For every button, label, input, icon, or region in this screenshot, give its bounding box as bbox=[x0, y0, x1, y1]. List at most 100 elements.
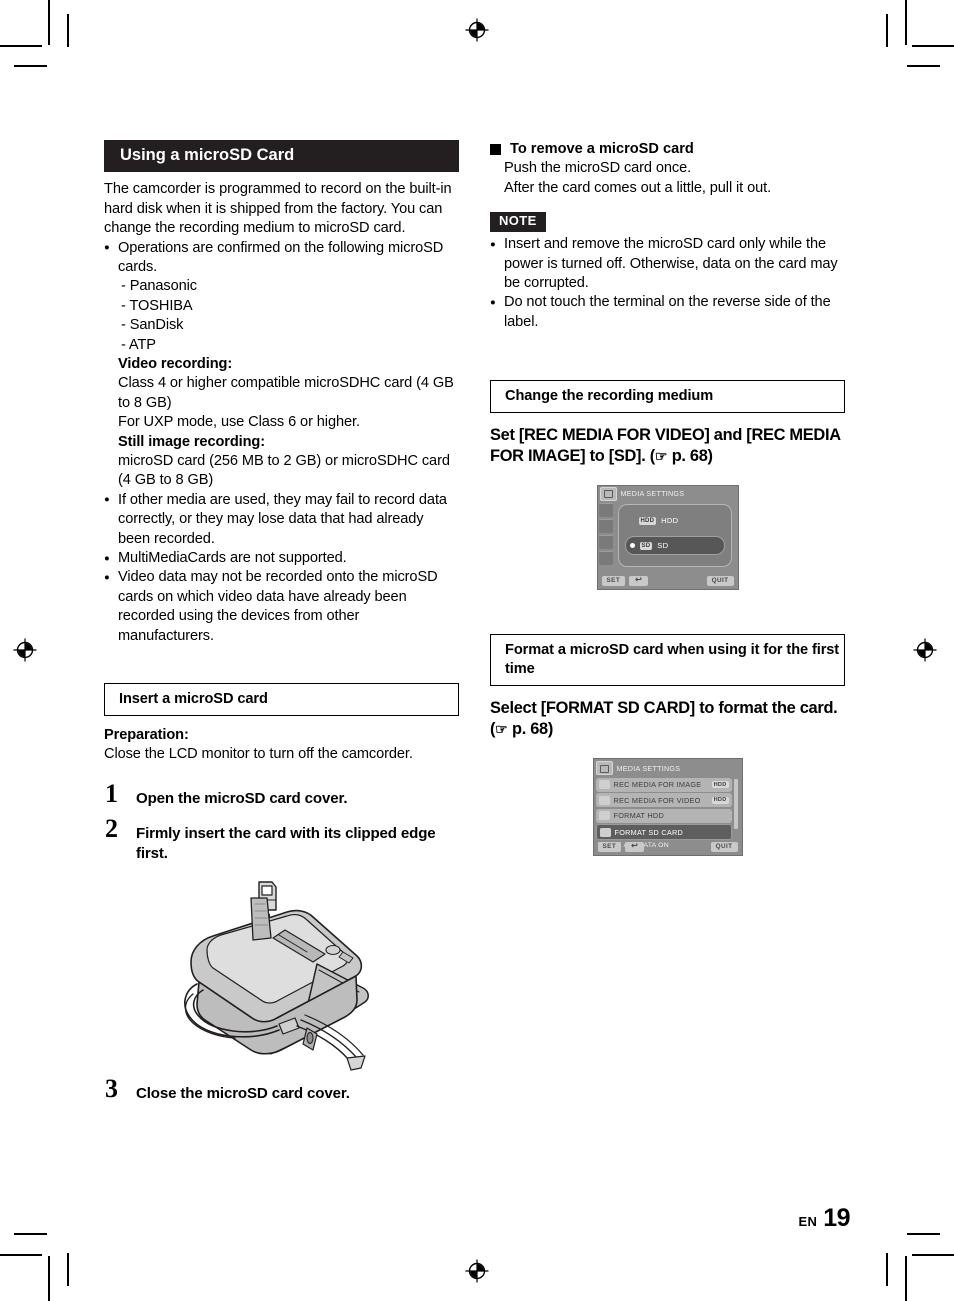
crop-mark-bottom-right-h bbox=[912, 1254, 954, 1256]
sidebar-icon-video[interactable] bbox=[598, 519, 613, 534]
change-medium-lead: Set [REC MEDIA FOR VIDEO] and [REC MEDIA… bbox=[490, 425, 845, 467]
remove-card-heading-text: To remove a microSD card bbox=[510, 141, 694, 157]
insert-card-box-title-text: Insert a microSD card bbox=[119, 691, 268, 708]
remove-card-line-1: Push the microSD card once. bbox=[504, 160, 692, 177]
lcd2-row-2-value: HDD bbox=[711, 796, 729, 804]
remove-card-line-2: After the card comes out a little, pull … bbox=[504, 179, 772, 196]
lcd1-title: MEDIA SETTINGS bbox=[620, 489, 685, 499]
lcd2-row-4-label: FORMAT SD CARD bbox=[614, 827, 683, 837]
note-badge: NOTE bbox=[490, 212, 546, 233]
media-settings-tab-icon-2 bbox=[595, 761, 613, 776]
lcd1-option-hdd[interactable]: HDD HDD bbox=[625, 512, 725, 529]
crop-mark-bottom-left-v bbox=[48, 1256, 50, 1301]
page-footer: EN 19 bbox=[798, 1204, 851, 1233]
format-hdd-icon bbox=[598, 811, 610, 821]
lcd1-set-key[interactable]: SET bbox=[601, 575, 626, 586]
list-item: Insert and remove the microSD card only … bbox=[490, 235, 845, 293]
change-medium-box-title-text: Change the recording medium bbox=[505, 388, 714, 405]
card-brand-atp: - ATP bbox=[121, 336, 156, 353]
operations-bullet-list: Operations are confirmed on the followin… bbox=[104, 238, 459, 278]
lcd2-row-2-label: REC MEDIA FOR VIDEO bbox=[613, 795, 701, 805]
media-warning-bullet-list: If other media are used, they may fail t… bbox=[104, 490, 459, 646]
video-recording-line-2: For UXP mode, use Class 6 or higher. bbox=[118, 414, 360, 431]
format-card-lead: Select [FORMAT SD CARD] to format the ca… bbox=[490, 698, 845, 740]
lcd1-sidebar-icons bbox=[598, 501, 614, 571]
lcd2-set-key[interactable]: SET bbox=[597, 841, 622, 852]
change-medium-box-title: Change the recording medium bbox=[490, 380, 845, 414]
footer-page-number: 19 bbox=[823, 1204, 850, 1232]
crop-mark-top-right-v bbox=[905, 0, 907, 45]
media-settings-tab-icon bbox=[599, 486, 617, 501]
crop-mark-bottom-right-v bbox=[905, 1256, 907, 1301]
preparation-text: Close the LCD monitor to turn off the ca… bbox=[104, 746, 413, 763]
lcd2-title: MEDIA SETTINGS bbox=[616, 763, 681, 773]
video-recording-label: Video recording: bbox=[118, 355, 233, 372]
step-3-text: Close the microSD card cover. bbox=[136, 1084, 350, 1102]
section-title-bar: Using a microSD Card bbox=[104, 140, 459, 173]
registration-mark-top bbox=[464, 17, 490, 43]
hdd-badge-icon: HDD bbox=[638, 516, 657, 525]
crop-mark-bottom-right-inner-v bbox=[886, 1253, 888, 1286]
change-medium-lead-ref: p. 68) bbox=[667, 447, 713, 466]
registration-mark-right bbox=[912, 637, 938, 663]
step-1: 1 Open the microSD card cover. bbox=[104, 780, 459, 809]
sidebar-icon-image[interactable] bbox=[598, 503, 613, 518]
step-2-text: Firmly insert the card with its clipped … bbox=[136, 825, 436, 863]
lcd2-row-format-sd-card[interactable]: FORMAT SD CARD bbox=[595, 824, 732, 841]
video-icon bbox=[598, 795, 610, 805]
lcd1-option-sd-label: SD bbox=[657, 541, 669, 551]
list-item: Video data may not be recorded onto the … bbox=[104, 568, 459, 646]
card-brand-sandisk: - SanDisk bbox=[121, 317, 184, 334]
lcd1-back-key[interactable]: ↩ bbox=[629, 575, 649, 586]
step-3: 3 Close the microSD card cover. bbox=[104, 1075, 459, 1104]
note-bullet-list: Insert and remove the microSD card only … bbox=[490, 235, 845, 332]
lcd2-row-1-label: REC MEDIA FOR IMAGE bbox=[613, 780, 702, 790]
step-2-number: 2 bbox=[105, 814, 118, 844]
lcd2-quit-key[interactable]: QUIT bbox=[710, 841, 738, 852]
note-badge-wrap: NOTE bbox=[490, 212, 845, 233]
lcd-screen-1-wrap: MEDIA SETTINGS HDD HDD SD SD SET ↩ QUIT bbox=[490, 485, 845, 591]
lcd2-back-key[interactable]: ↩ bbox=[625, 841, 645, 852]
camcorder-insert-illustration bbox=[104, 878, 459, 1078]
registration-mark-bottom bbox=[464, 1258, 490, 1284]
lcd2-row-rec-media-image[interactable]: REC MEDIA FOR IMAGE HDD bbox=[595, 777, 732, 792]
image-icon bbox=[598, 780, 610, 790]
format-sd-icon bbox=[599, 827, 611, 837]
lcd1-titlebar: MEDIA SETTINGS bbox=[598, 486, 738, 501]
crop-mark-bottom-left-inner-v bbox=[67, 1253, 69, 1286]
format-card-box-title-text: Format a microSD card when using it for … bbox=[505, 642, 840, 678]
sidebar-icon-format-sd[interactable] bbox=[598, 551, 613, 566]
lcd1-option-hdd-label: HDD bbox=[661, 516, 679, 526]
lcd2-titlebar: MEDIA SETTINGS bbox=[594, 759, 742, 776]
lcd2-scrollbar[interactable] bbox=[733, 779, 738, 830]
preparation-label: Preparation: bbox=[104, 727, 189, 744]
crop-mark-top-left-v bbox=[48, 0, 50, 45]
still-image-label: Still image recording: bbox=[118, 433, 266, 450]
sidebar-icon-format-hdd[interactable] bbox=[598, 535, 613, 550]
card-brand-toshiba: - TOSHIBA bbox=[121, 297, 193, 314]
lcd2-softkey-bar: SET ↩ QUIT bbox=[594, 840, 742, 853]
crop-mark-bottom-right-inner-h bbox=[907, 1233, 940, 1235]
list-item: Do not touch the terminal on the reverse… bbox=[490, 293, 845, 332]
step-2: 2 Firmly insert the card with its clippe… bbox=[104, 816, 459, 863]
crop-mark-bottom-left-h bbox=[0, 1254, 42, 1256]
page-content: Using a microSD Card The camcorder is pr… bbox=[104, 140, 850, 1240]
lcd1-option-sd[interactable]: SD SD bbox=[624, 536, 725, 556]
list-item: MultiMediaCards are not supported. bbox=[104, 549, 459, 569]
section-title-text: Using a microSD Card bbox=[120, 146, 295, 164]
lcd2-row-1-value: HDD bbox=[711, 781, 729, 789]
lcd-screen-media-settings-menu: MEDIA SETTINGS REC MEDIA FOR IMAGE HDD R… bbox=[592, 758, 743, 857]
remove-card-heading: To remove a microSD card bbox=[490, 140, 845, 159]
crop-mark-top-right-inner-h bbox=[907, 65, 940, 67]
lcd1-quit-key[interactable]: QUIT bbox=[706, 575, 734, 586]
lcd-screen-2-wrap: MEDIA SETTINGS REC MEDIA FOR IMAGE HDD R… bbox=[490, 758, 845, 857]
footer-language: EN bbox=[798, 1214, 818, 1229]
still-image-line-1: microSD card (256 MB to 2 GB) or microSD… bbox=[118, 453, 450, 489]
lcd2-row-format-hdd[interactable]: FORMAT HDD bbox=[595, 808, 732, 823]
right-column: To remove a microSD card Push the microS… bbox=[490, 140, 845, 857]
hand-pointer-icon-2: ☞ bbox=[495, 721, 508, 738]
step-1-text: Open the microSD card cover. bbox=[136, 789, 348, 807]
crop-mark-top-left-h bbox=[0, 45, 42, 47]
crop-mark-top-right-inner-v bbox=[886, 14, 888, 47]
lcd2-row-rec-media-video[interactable]: REC MEDIA FOR VIDEO HDD bbox=[595, 793, 732, 808]
